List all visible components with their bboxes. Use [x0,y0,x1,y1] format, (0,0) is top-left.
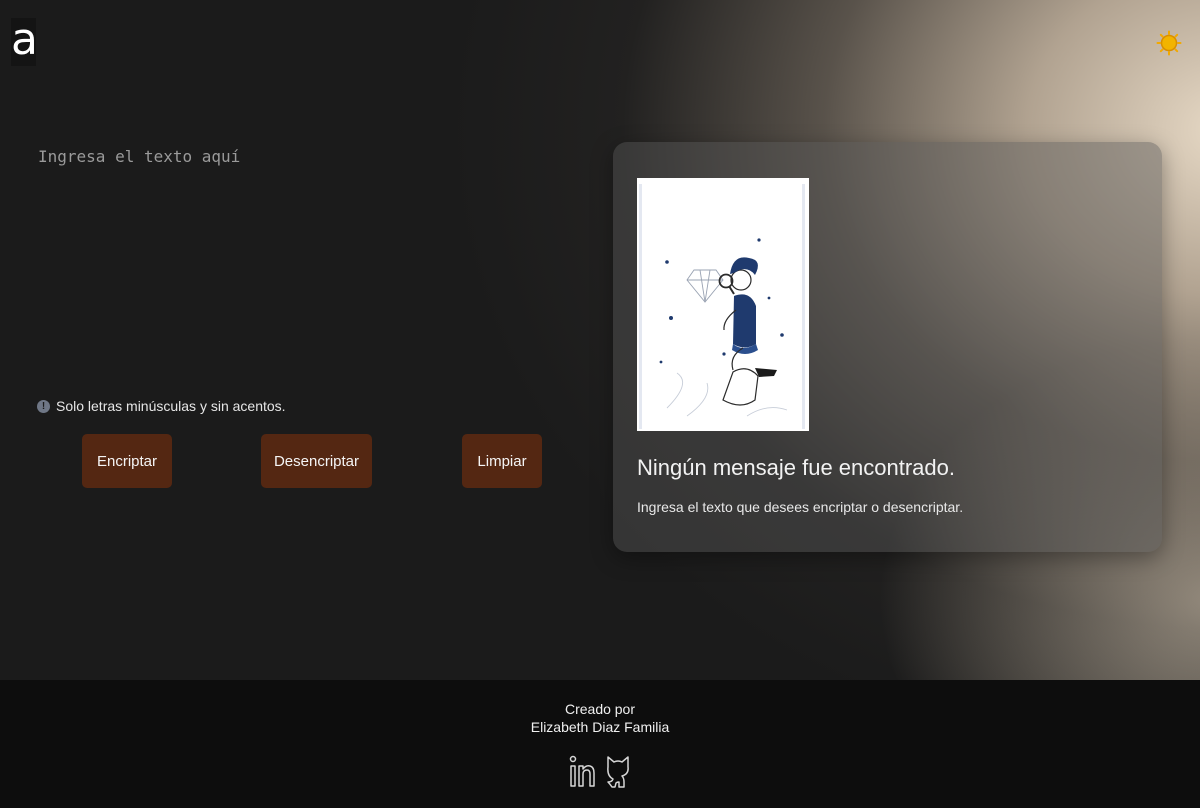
search-illustration [637,178,809,431]
info-icon: ! [37,399,50,413]
encrypt-button[interactable]: Encriptar [82,434,172,488]
decrypt-button[interactable]: Desencriptar [261,434,372,488]
empty-state-subtitle: Ingresa el texto que desees encriptar o … [637,499,964,515]
clear-button[interactable]: Limpiar [462,434,542,488]
hint-text: Solo letras minúsculas y sin acentos. [56,398,286,414]
message-input[interactable] [38,145,578,375]
sun-icon[interactable] [1156,30,1182,56]
social-links [568,752,632,790]
empty-state-title: Ningún mensaje fue encontrado. [637,455,955,480]
github-icon[interactable] [604,752,632,790]
output-panel: Ningún mensaje fue encontrado. Ingresa e… [613,142,1162,552]
linkedin-icon[interactable] [568,752,596,790]
author-name: Elizabeth Diaz Familia [530,719,670,735]
created-by-label: Creado por [564,701,636,717]
input-hint: ! Solo letras minúsculas y sin acentos. [37,398,286,414]
logo-icon: a [11,14,38,66]
credit-text: Creado por Elizabeth Diaz Familia [0,700,1200,736]
